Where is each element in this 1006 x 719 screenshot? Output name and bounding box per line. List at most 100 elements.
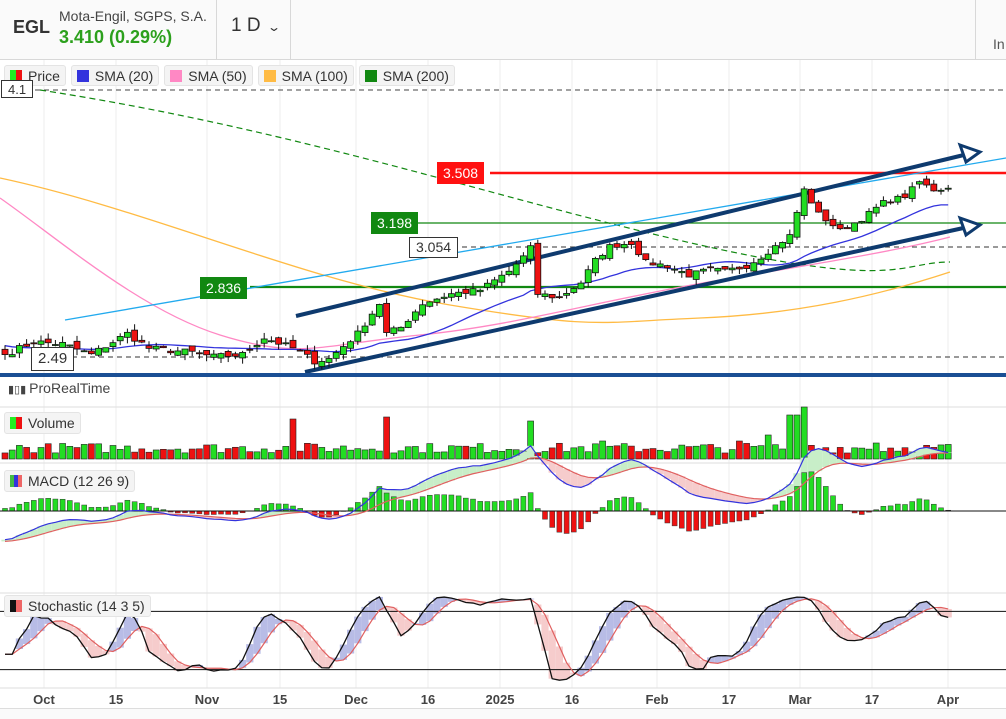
candle: [736, 266, 743, 270]
macd-histogram-bar: [607, 500, 613, 512]
candle: [707, 266, 714, 269]
candle: [822, 209, 830, 222]
chart-canvas[interactable]: [0, 0, 1006, 719]
volume-bar: [721, 452, 729, 460]
volume-bar: [692, 445, 700, 460]
legend-sma200[interactable]: SMA (200): [358, 65, 455, 86]
volume-bar: [404, 446, 412, 460]
arrowhead-icon: [957, 215, 984, 238]
candle: [210, 353, 218, 358]
volume-bar: [851, 447, 858, 460]
candle: [592, 258, 599, 274]
volume-bar: [325, 451, 333, 460]
candle: [174, 350, 182, 356]
candle: [332, 351, 340, 359]
volume-legend[interactable]: Volume: [4, 412, 81, 434]
candle: [145, 345, 153, 349]
macd-swatch-icon: [10, 475, 22, 487]
candle: [534, 242, 542, 295]
x-tick-label: 16: [420, 692, 436, 707]
macd-histogram-bar: [283, 503, 289, 512]
macd-histogram-bar: [398, 499, 404, 512]
macd-histogram-bar: [556, 510, 563, 533]
candle: [498, 274, 506, 283]
macd-histogram-bar: [815, 477, 822, 512]
candle: [95, 347, 102, 356]
volume-bar: [59, 443, 66, 460]
volume-bar: [1, 452, 9, 460]
x-tick-label: 2025: [485, 692, 515, 707]
volume-bar: [239, 446, 246, 460]
volume-bar: [174, 448, 182, 460]
volume-bar: [865, 448, 873, 460]
level-label-green-low[interactable]: 2.836: [200, 277, 248, 299]
macd-histogram-bar: [333, 510, 339, 516]
candle: [88, 350, 95, 355]
candle: [325, 358, 333, 363]
macd-histogram-bar: [45, 498, 51, 512]
volume-bar: [872, 442, 880, 460]
candle: [512, 263, 520, 276]
level-label-low[interactable]: 2.49: [31, 347, 75, 371]
macd-histogram-bar: [448, 494, 455, 512]
macd-histogram-bar: [686, 510, 692, 532]
volume-bar: [275, 449, 282, 460]
macd-histogram-bar: [441, 494, 447, 512]
candle: [613, 243, 621, 248]
candle: [476, 289, 484, 293]
level-label-mid[interactable]: 3.054: [409, 237, 459, 258]
sma200-line: [39, 89, 951, 272]
volume-bar: [152, 449, 160, 460]
macd-histogram-bar: [801, 472, 807, 512]
candle: [728, 267, 736, 271]
x-tick-label: 17: [864, 692, 880, 707]
macd-histogram-bar: [837, 503, 843, 512]
level-label-green-high[interactable]: 3.198: [371, 212, 419, 234]
macd-histogram-bar: [542, 510, 548, 520]
candle: [851, 222, 858, 232]
candle: [375, 304, 383, 317]
x-tick-label: Dec: [344, 692, 368, 707]
volume-bar: [743, 443, 750, 460]
stochastic-title: Stochastic (14 3 5): [28, 598, 145, 614]
stochastic-fill: [563, 662, 571, 680]
legend-sma20[interactable]: SMA (20): [70, 65, 160, 86]
candle: [289, 339, 297, 349]
macd-histogram-bar: [628, 497, 635, 512]
volume-bar: [332, 448, 340, 460]
legend-sma50[interactable]: SMA (50): [164, 65, 253, 86]
candle: [642, 253, 650, 260]
candle: [30, 342, 38, 345]
macd-histogram-bar: [326, 510, 332, 518]
volume-bar: [700, 444, 707, 460]
macd-histogram-bar: [477, 501, 483, 512]
candle: [635, 240, 642, 256]
candle: [750, 262, 758, 272]
volume-bar: [685, 446, 693, 460]
macd-histogram-bar: [484, 501, 491, 512]
candle: [908, 186, 916, 199]
volume-bar: [757, 445, 765, 460]
candle: [253, 345, 261, 348]
macd-legend[interactable]: MACD (12 26 9): [4, 470, 136, 492]
macd-histogram-bar: [491, 501, 498, 512]
stochastic-legend[interactable]: Stochastic (14 3 5): [4, 595, 151, 617]
macd-histogram-bar: [110, 505, 116, 512]
macd-histogram-bar: [909, 501, 915, 512]
macd-histogram-bar: [715, 510, 721, 525]
candle: [109, 342, 117, 348]
level-label-resistance[interactable]: 3.508: [437, 162, 485, 184]
volume-bar: [224, 448, 232, 460]
volume-bar: [887, 447, 894, 460]
volume-bar: [52, 452, 59, 460]
volume-bar: [491, 450, 498, 460]
legend-sma100[interactable]: SMA (100): [257, 65, 354, 86]
candle: [620, 244, 628, 249]
volume-bar: [37, 447, 45, 460]
macd-histogram-bar: [419, 496, 426, 512]
macd-histogram-bar: [16, 503, 23, 512]
volume-bar: [678, 444, 686, 460]
candle: [116, 336, 124, 342]
macd-histogram-bar: [650, 510, 656, 516]
candle: [901, 193, 909, 199]
